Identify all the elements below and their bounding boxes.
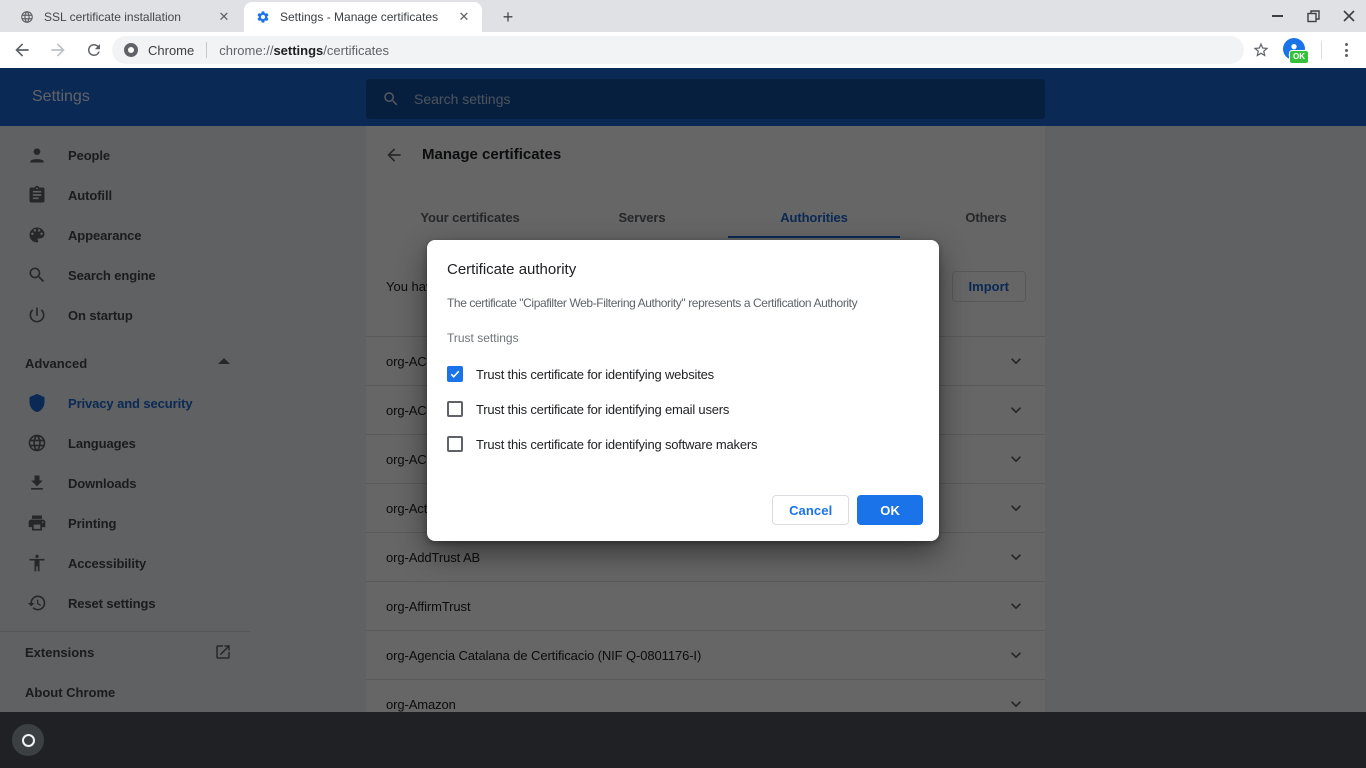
back-button[interactable] (10, 38, 34, 62)
trust-websites-row[interactable]: Trust this certificate for identifying w… (447, 366, 714, 382)
url-scheme: chrome:// (219, 43, 273, 58)
tab-title: SSL certificate installation (44, 10, 206, 24)
site-label: Chrome (148, 43, 194, 58)
trust-software-row[interactable]: Trust this certificate for identifying s… (447, 436, 757, 452)
browser-tab-ssl[interactable]: SSL certificate installation ✕ (8, 2, 242, 32)
window-controls (1270, 0, 1366, 32)
tab-close-icon[interactable]: ✕ (216, 9, 232, 25)
restore-button[interactable] (1306, 9, 1320, 23)
dialog-body-text: The certificate "Cipafilter Web-Filterin… (447, 296, 857, 310)
toolbar-right-cluster: OK (1249, 32, 1366, 68)
minimize-button[interactable] (1270, 9, 1284, 23)
chrome-page-icon (124, 43, 138, 57)
launcher-icon (22, 734, 35, 747)
dialog-title: Certificate authority (447, 261, 576, 278)
chromeos-shelf: 1 11:25 (0, 712, 1366, 768)
tab-title: Settings - Manage certificates (280, 10, 446, 24)
omnibox-separator (206, 42, 207, 58)
url-path: /certificates (323, 43, 389, 58)
checkbox-trust-software[interactable] (447, 436, 463, 452)
profile-avatar[interactable]: OK (1283, 38, 1307, 62)
address-bar[interactable]: Chrome chrome://settings/certificates (112, 36, 1244, 64)
globe-favicon-icon (20, 10, 34, 24)
trust-email-row[interactable]: Trust this certificate for identifying e… (447, 401, 729, 417)
bookmark-star-icon[interactable] (1249, 38, 1273, 62)
certificate-authority-dialog: Certificate authority The certificate "C… (427, 240, 939, 541)
trust-settings-label: Trust settings (447, 331, 519, 345)
url-host: settings (273, 43, 323, 58)
reload-button[interactable] (82, 38, 106, 62)
checkbox-trust-email[interactable] (447, 401, 463, 417)
close-window-button[interactable] (1342, 9, 1356, 23)
chromeos-screen: SSL certificate installation ✕ Settings … (0, 0, 1366, 768)
forward-button[interactable] (46, 38, 70, 62)
dialog-buttons: Cancel OK (772, 495, 923, 525)
tab-close-icon[interactable]: ✕ (456, 9, 472, 25)
browser-menu-button[interactable] (1334, 38, 1358, 62)
checkbox-trust-websites[interactable] (447, 366, 463, 382)
toolbar-separator (1321, 41, 1322, 59)
gear-favicon-icon (256, 10, 270, 24)
browser-tab-settings[interactable]: Settings - Manage certificates ✕ (244, 2, 482, 32)
new-tab-button[interactable]: + (496, 5, 520, 29)
ok-button[interactable]: OK (857, 495, 923, 525)
browser-tab-strip: SSL certificate installation ✕ Settings … (0, 0, 1366, 32)
profile-ok-badge: OK (1289, 50, 1309, 64)
cancel-button[interactable]: Cancel (772, 495, 849, 525)
browser-toolbar: Chrome chrome://settings/certificates OK (0, 32, 1366, 68)
launcher-button[interactable] (12, 724, 44, 756)
